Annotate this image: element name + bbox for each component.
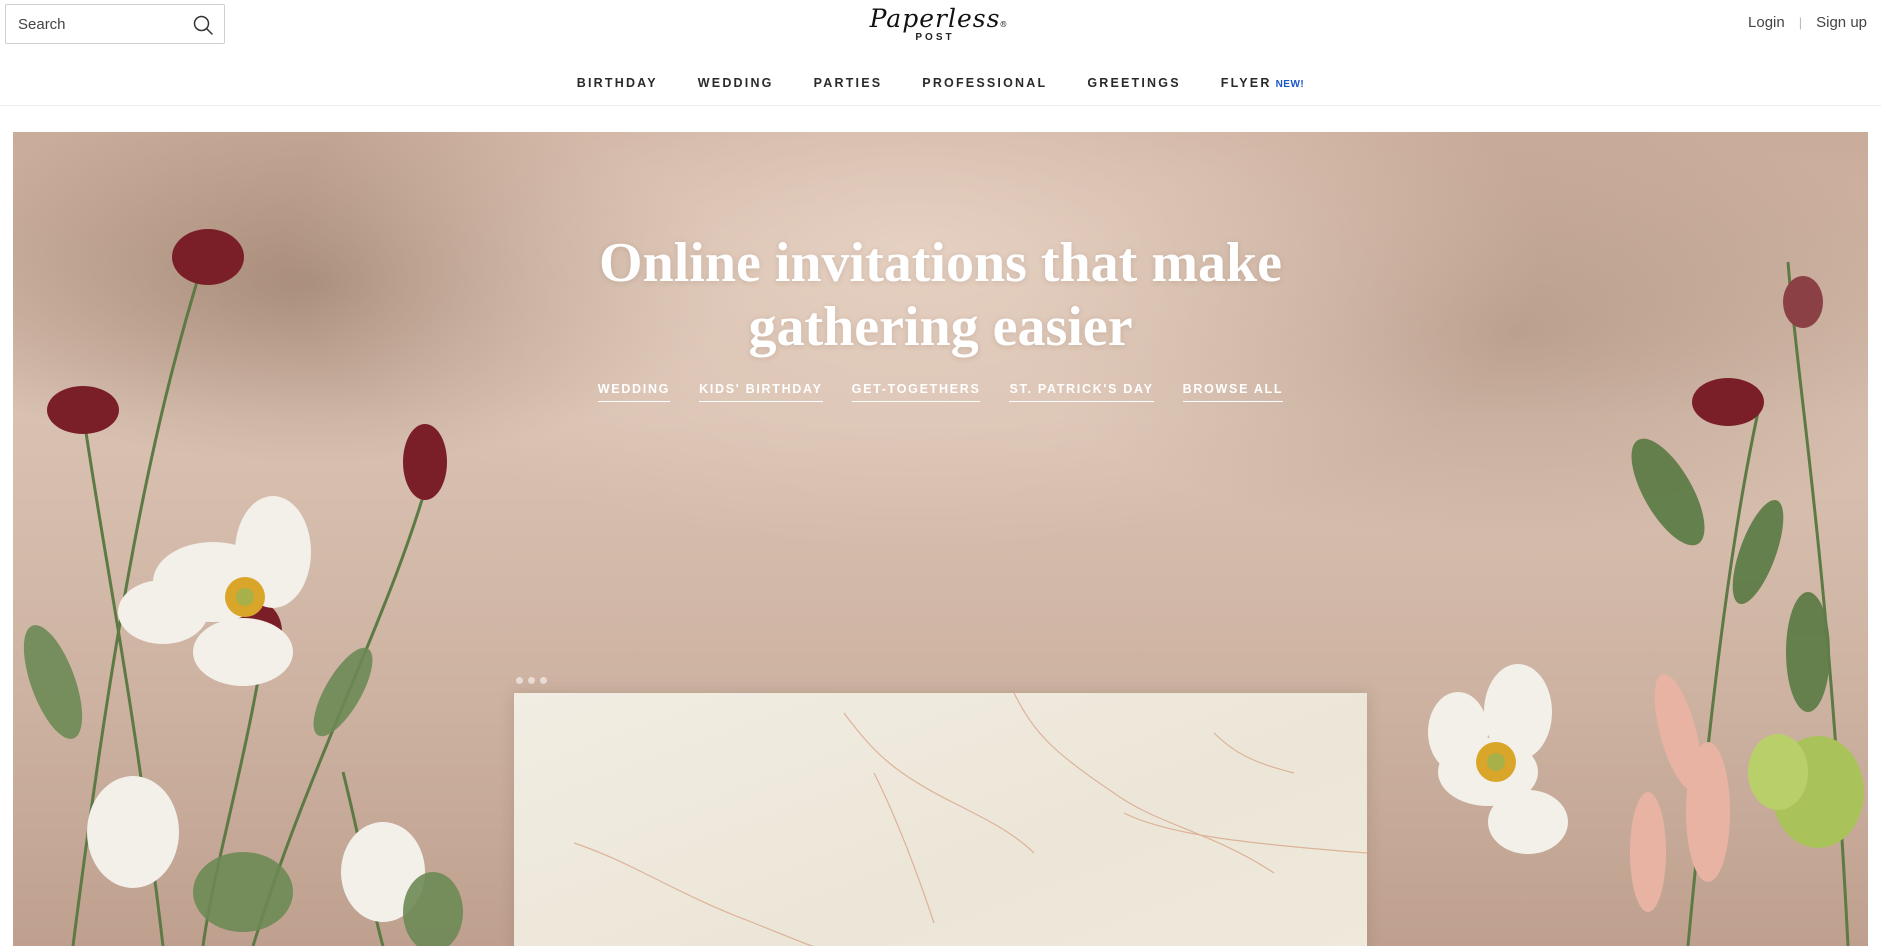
nav-item-flyer-label: FLYER — [1220, 76, 1272, 90]
search-input[interactable] — [18, 15, 178, 33]
signup-link[interactable]: Sign up — [1816, 14, 1867, 31]
paperless-post-logo[interactable]: Paperless ® POST — [860, 4, 1010, 46]
carousel-dot[interactable] — [516, 677, 523, 684]
hero-link-wedding[interactable]: WEDDING — [597, 382, 671, 402]
hero-link-kids-birthday[interactable]: KIDS' BIRTHDAY — [699, 382, 823, 402]
hero-category-links: WEDDING KIDS' BIRTHDAY GET-TOGETHERS ST.… — [13, 382, 1868, 402]
nav-item-parties[interactable]: PARTIES — [814, 76, 883, 92]
hero-link-st-patricks-day[interactable]: ST. PATRICK'S DAY — [1009, 382, 1154, 402]
nav-item-wedding[interactable]: WEDDING — [698, 76, 774, 92]
hero-link-get-togethers[interactable]: GET-TOGETHERS — [851, 382, 981, 402]
main-nav: BIRTHDAY WEDDING PARTIES PROFESSIONAL GR… — [0, 62, 1881, 106]
carousel-dot[interactable] — [528, 677, 535, 684]
login-link[interactable]: Login — [1748, 14, 1785, 31]
new-badge: NEW! — [1275, 79, 1305, 90]
nav-item-birthday[interactable]: BIRTHDAY — [577, 76, 658, 92]
top-bar: Paperless® POST Login | Sign up — [0, 0, 1881, 50]
nav-item-flyer[interactable]: FLYER NEW! — [1221, 76, 1305, 92]
marble-texture — [573, 693, 1367, 946]
nav-item-greetings[interactable]: GREETINGS — [1087, 76, 1180, 92]
hero-banner: Online invitations that make gathering ea… — [13, 132, 1868, 946]
hero-title: Online invitations that make gathering ea… — [13, 231, 1868, 359]
logo-wordmark: Paperless ® — [870, 4, 1008, 34]
hero-link-browse-all[interactable]: BROWSE ALL — [1182, 382, 1284, 402]
hero-title-line1: Online invitations that make — [599, 232, 1282, 294]
search-icon[interactable] — [192, 14, 214, 36]
hero-title-line2: gathering easier — [748, 296, 1133, 358]
logo-registered-mark: ® — [999, 20, 1009, 29]
auth-separator: | — [1798, 15, 1803, 30]
auth-links: Login | Sign up — [1748, 14, 1867, 31]
nav-item-professional[interactable]: PROFESSIONAL — [922, 76, 1047, 92]
carousel-dots — [516, 677, 547, 684]
invitation-card-preview[interactable] — [514, 693, 1367, 946]
search-box — [5, 4, 225, 44]
carousel-dot[interactable] — [540, 677, 547, 684]
logo-subtitle: POST — [915, 32, 955, 43]
